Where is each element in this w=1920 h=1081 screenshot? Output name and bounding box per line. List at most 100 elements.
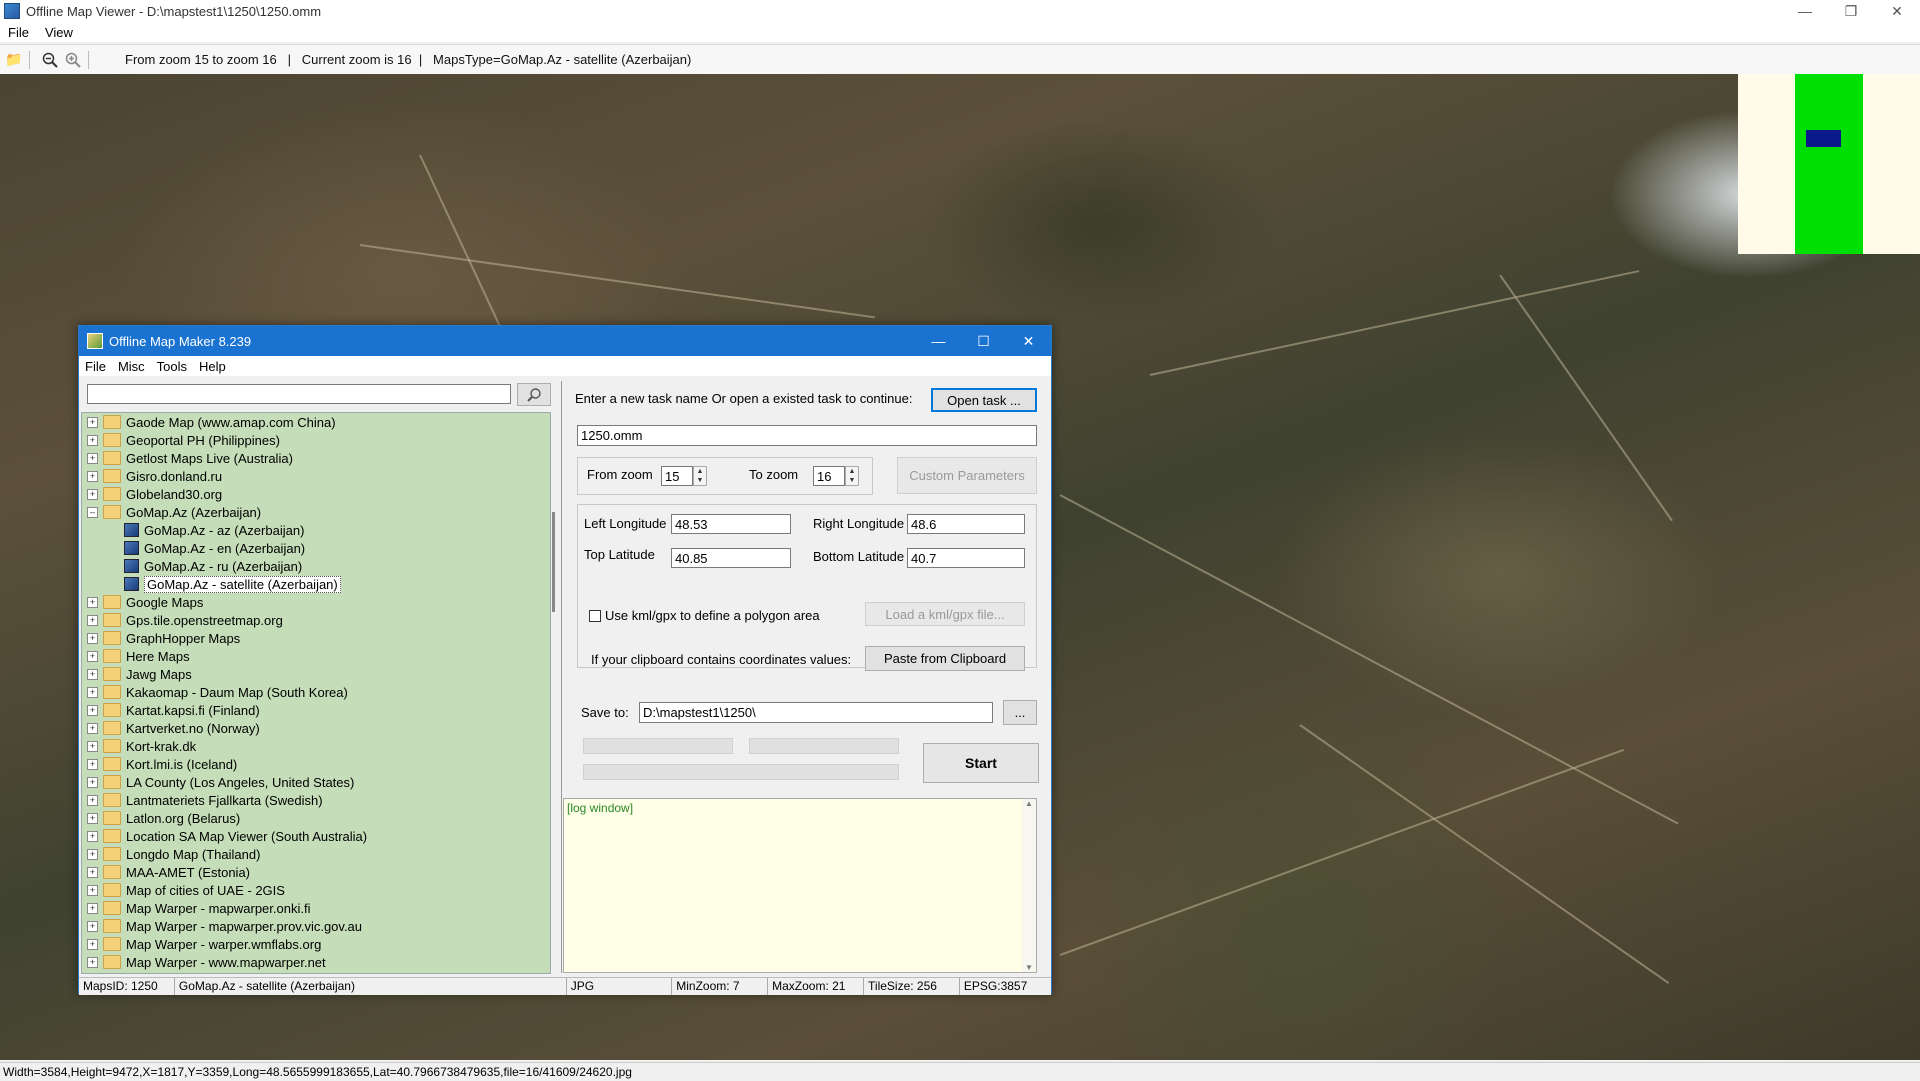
tree-item[interactable]: + Getlost Maps Live (Australia)	[82, 449, 550, 467]
spin-up-icon[interactable]: ▲	[694, 467, 706, 476]
minimap-viewport[interactable]	[1806, 130, 1841, 147]
expand-icon[interactable]: +	[87, 902, 98, 914]
expand-icon[interactable]: +	[87, 848, 98, 860]
to-zoom-stepper[interactable]: ▲ ▼	[845, 466, 859, 486]
from-zoom-input[interactable]	[661, 466, 693, 486]
expand-icon[interactable]: +	[87, 794, 98, 806]
search-button[interactable]	[517, 383, 551, 406]
map-provider-tree[interactable]: + Gaode Map (www.amap.com China) + Geoporta…	[81, 412, 551, 974]
expand-icon[interactable]: +	[87, 434, 98, 446]
open-task-button[interactable]: Open task ...	[931, 388, 1037, 412]
expand-icon[interactable]: +	[87, 920, 98, 932]
tree-item[interactable]: + MAA-AMET (Estonia)	[82, 863, 550, 881]
tree-scrollbar-thumb[interactable]	[552, 512, 555, 612]
tree-item[interactable]: + Map Warper - mapwarper.onki.fi	[82, 899, 550, 917]
tree-item[interactable]: + Map of cities of UAE - 2GIS	[82, 881, 550, 899]
scroll-up-icon[interactable]: ▲	[1022, 799, 1036, 808]
tree-scrollbar[interactable]	[551, 412, 559, 972]
tree-item[interactable]: + LA County (Los Angeles, United States)	[82, 773, 550, 791]
tree-item[interactable]: + Gaode Map (www.amap.com China)	[82, 413, 550, 431]
menu-view[interactable]: View	[37, 25, 81, 40]
expand-icon[interactable]: +	[87, 830, 98, 842]
minimize-icon[interactable]: —	[1782, 0, 1828, 22]
tree-child-item[interactable]: GoMap.Az - en (Azerbaijan)	[82, 539, 550, 557]
close-icon[interactable]: ✕	[1874, 0, 1920, 22]
dialog-titlebar[interactable]: Offline Map Maker 8.239 — ☐ ✕	[79, 326, 1051, 356]
expand-icon[interactable]: +	[87, 668, 98, 680]
log-window[interactable]: [log window] ▲ ▼	[563, 798, 1037, 973]
menu-file[interactable]: File	[0, 25, 37, 40]
expand-icon[interactable]: +	[87, 452, 98, 464]
expand-icon[interactable]: +	[87, 758, 98, 770]
spin-down-icon[interactable]: ▼	[846, 476, 858, 485]
spin-down-icon[interactable]: ▼	[694, 476, 706, 485]
maximize-icon[interactable]: ❐	[1828, 0, 1874, 22]
collapse-icon[interactable]: –	[87, 506, 98, 518]
kml-checkbox[interactable]	[589, 610, 601, 622]
expand-icon[interactable]: +	[87, 740, 98, 752]
expand-icon[interactable]: +	[87, 596, 98, 608]
tree-item[interactable]: + Google Maps	[82, 593, 550, 611]
expand-icon[interactable]: +	[87, 956, 98, 968]
expand-icon[interactable]: +	[87, 704, 98, 716]
tree-item[interactable]: + Kartat.kapsi.fi (Finland)	[82, 701, 550, 719]
start-button[interactable]: Start	[923, 743, 1039, 783]
tree-item[interactable]: + Longdo Map (Thailand)	[82, 845, 550, 863]
expand-icon[interactable]: +	[87, 614, 98, 626]
expand-icon[interactable]: +	[87, 722, 98, 734]
expand-icon[interactable]: +	[87, 650, 98, 662]
tree-item[interactable]: + Gps.tile.openstreetmap.org	[82, 611, 550, 629]
expand-icon[interactable]: +	[87, 470, 98, 482]
to-zoom-input[interactable]	[813, 466, 845, 486]
open-folder-icon[interactable]: 📁	[5, 51, 23, 69]
tree-item[interactable]: + Map Warper - www.mapwarper.net	[82, 953, 550, 971]
map-search-input[interactable]	[87, 384, 511, 404]
tree-item[interactable]: + Globeland30.org	[82, 485, 550, 503]
dialog-menu-help[interactable]: Help	[193, 359, 232, 374]
tree-item[interactable]: + Map Warper - mapwarper.prov.vic.gov.au	[82, 917, 550, 935]
dialog-minimize-icon[interactable]: —	[916, 326, 961, 356]
tree-item[interactable]: + Latlon.org (Belarus)	[82, 809, 550, 827]
bottom-latitude-input[interactable]	[907, 548, 1025, 568]
expand-icon[interactable]: +	[87, 884, 98, 896]
expand-icon[interactable]: +	[87, 812, 98, 824]
tree-item[interactable]: + Lantmateriets Fjallkarta (Swedish)	[82, 791, 550, 809]
paste-from-clipboard-button[interactable]: Paste from Clipboard	[865, 646, 1025, 671]
panel-divider[interactable]	[561, 381, 562, 973]
expand-icon[interactable]: +	[87, 938, 98, 950]
scroll-down-icon[interactable]: ▼	[1022, 963, 1036, 972]
tree-item[interactable]: + Kartverket.no (Norway)	[82, 719, 550, 737]
left-longitude-input[interactable]	[671, 514, 791, 534]
tree-child-item[interactable]: GoMap.Az - ru (Azerbaijan)	[82, 557, 550, 575]
tree-item[interactable]: + GraphHopper Maps	[82, 629, 550, 647]
tree-item[interactable]: + Gisro.donland.ru	[82, 467, 550, 485]
expand-icon[interactable]: +	[87, 866, 98, 878]
dialog-menu-misc[interactable]: Misc	[112, 359, 151, 374]
task-name-input[interactable]	[577, 425, 1037, 446]
from-zoom-stepper[interactable]: ▲ ▼	[693, 466, 707, 486]
tree-child-item[interactable]: GoMap.Az - az (Azerbaijan)	[82, 521, 550, 539]
spin-up-icon[interactable]: ▲	[846, 467, 858, 476]
tree-item[interactable]: + Kort-krak.dk	[82, 737, 550, 755]
zoom-in-icon[interactable]	[64, 51, 82, 69]
dialog-menu-file[interactable]: File	[79, 359, 112, 374]
log-scrollbar[interactable]: ▲ ▼	[1022, 799, 1036, 972]
custom-parameters-button[interactable]: Custom Parameters	[897, 457, 1037, 494]
tree-child-item[interactable]: GoMap.Az - satellite (Azerbaijan)	[82, 575, 550, 593]
browse-folder-button[interactable]: ...	[1003, 700, 1037, 725]
expand-icon[interactable]: +	[87, 488, 98, 500]
tree-item[interactable]: + Map Warper - warper.wmflabs.org	[82, 935, 550, 953]
zoom-out-icon[interactable]	[41, 51, 59, 69]
tree-item[interactable]: + Jawg Maps	[82, 665, 550, 683]
expand-icon[interactable]: +	[87, 686, 98, 698]
expand-icon[interactable]: +	[87, 632, 98, 644]
expand-icon[interactable]: +	[87, 776, 98, 788]
tree-item[interactable]: + Kakaomap - Daum Map (South Korea)	[82, 683, 550, 701]
dialog-close-icon[interactable]: ✕	[1006, 326, 1051, 356]
tree-item[interactable]: – GoMap.Az (Azerbaijan)	[82, 503, 550, 521]
load-kml-button[interactable]: Load a kml/gpx file...	[865, 602, 1025, 626]
minimap[interactable]	[1738, 74, 1920, 254]
right-longitude-input[interactable]	[907, 514, 1025, 534]
expand-icon[interactable]: +	[87, 416, 98, 428]
tree-item[interactable]: + Kort.lmi.is (Iceland)	[82, 755, 550, 773]
